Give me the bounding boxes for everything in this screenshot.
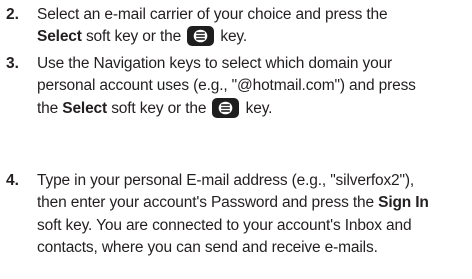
text-segment: personal account uses (e.g., "@hotmail.c… <box>37 77 416 95</box>
text-segment: soft key. You are connected to your acco… <box>37 216 412 234</box>
text-line: Type in your personal E-mail address (e.… <box>37 170 467 192</box>
text-line: personal account uses (e.g., "@hotmail.c… <box>37 75 467 97</box>
step-text: Use the Navigation keys to select which … <box>37 53 467 120</box>
text-segment: Use the Navigation keys to select which … <box>37 55 393 72</box>
text-segment: contacts, where you can send and receive… <box>37 239 378 257</box>
step-number: 4. <box>6 172 19 189</box>
step-number: 3. <box>6 55 19 72</box>
text-line: soft key. You are connected to your acco… <box>37 215 467 237</box>
text-line: contacts, where you can send and receive… <box>37 237 467 259</box>
select-softkey-label: Select <box>37 28 82 46</box>
text-line: Select soft key or the key. <box>37 26 467 48</box>
step-number: 2. <box>6 6 19 23</box>
center-select-key-icon <box>212 97 240 118</box>
step-text: Select an e-mail carrier of your choice … <box>37 4 467 49</box>
text-segment: Select an e-mail carrier of your choice … <box>37 6 388 23</box>
text-segment: soft key or the <box>81 28 186 46</box>
text-segment: Type in your personal E-mail address (e.… <box>37 172 415 189</box>
text-segment: then enter your account's Password and p… <box>37 194 379 212</box>
sign-in-softkey-label: Sign In <box>378 194 429 212</box>
text-segment: key. <box>241 99 273 117</box>
step-text: Type in your personal E-mail address (e.… <box>37 170 467 260</box>
select-softkey-label: Select <box>62 99 108 117</box>
text-line: Select an e-mail carrier of your choice … <box>37 4 467 26</box>
text-segment: soft key or the <box>107 99 211 117</box>
text-line: then enter your account's Password and p… <box>37 192 467 214</box>
center-select-key-icon <box>187 26 215 47</box>
text-segment: key. <box>216 28 248 46</box>
text-line: Use the Navigation keys to select which … <box>37 53 467 75</box>
text-segment: the <box>37 99 63 117</box>
text-line: the Select soft key or the key. <box>37 97 467 120</box>
